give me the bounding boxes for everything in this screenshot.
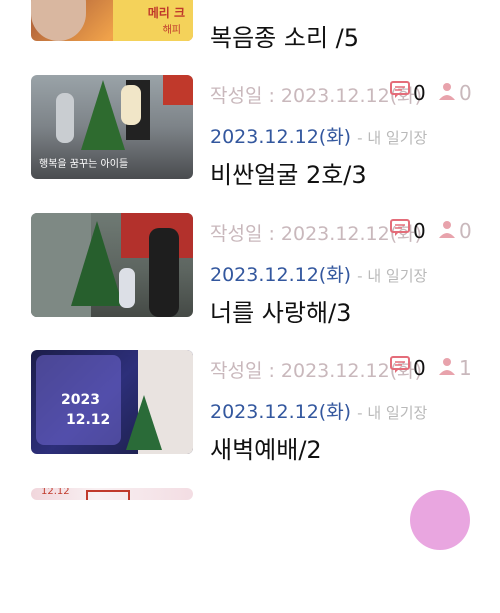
post-date: 2023.12.12(화) - 내 일기장 bbox=[210, 122, 427, 149]
post-title[interactable]: 새벽예배/2 bbox=[210, 430, 322, 465]
person-icon bbox=[439, 358, 455, 375]
comment-count: 0 bbox=[413, 219, 426, 243]
diary-source: - 내 일기장 bbox=[357, 129, 428, 147]
list-item[interactable]: 행복을 꿈꾸는 아이들 작성일 : 2023.12.12(화) 0 0 2023… bbox=[0, 75, 500, 200]
floating-action-button[interactable] bbox=[410, 490, 470, 550]
thumb-caption: 12.12 bbox=[41, 488, 70, 497]
post-date-value: 2023.12.12(화) bbox=[210, 401, 352, 423]
comment-icon bbox=[390, 81, 410, 98]
view-count: 0 bbox=[459, 81, 472, 105]
post-date-value: 2023.12.12(화) bbox=[210, 264, 352, 286]
post-thumbnail[interactable]: 메리 크 해피 bbox=[31, 0, 193, 41]
post-date-value: 2023.12.12(화) bbox=[210, 126, 352, 148]
post-date: 2023.12.12(화) - 내 일기장 bbox=[210, 260, 427, 287]
view-count: 0 bbox=[459, 219, 472, 243]
person-icon bbox=[439, 83, 455, 100]
view-count: 1 bbox=[459, 356, 472, 380]
list-item[interactable]: 12.12 bbox=[0, 488, 500, 613]
post-thumbnail[interactable] bbox=[31, 213, 193, 317]
post-thumbnail[interactable]: 12.12 bbox=[31, 488, 193, 500]
list-item[interactable]: 메리 크 해피 복음종 소리 /5 bbox=[0, 0, 500, 52]
thumb-caption: 12.12 bbox=[66, 412, 111, 428]
thumb-caption: 2023 bbox=[61, 392, 100, 408]
thumb-caption: 메리 크 bbox=[147, 6, 185, 20]
person-icon bbox=[439, 221, 455, 238]
post-title[interactable]: 너를 사랑해/3 bbox=[210, 293, 351, 328]
comment-icon bbox=[390, 356, 410, 373]
diary-source: - 내 일기장 bbox=[357, 267, 428, 285]
post-title[interactable]: 복음종 소리 /5 bbox=[210, 18, 359, 53]
thumb-caption: 행복을 꿈꾸는 아이들 bbox=[39, 159, 129, 170]
diary-source: - 내 일기장 bbox=[357, 404, 428, 422]
thumb-caption: 해피 bbox=[162, 25, 181, 36]
list-item[interactable]: 작성일 : 2023.12.12(화) 0 0 2023.12.12(화) - … bbox=[0, 213, 500, 338]
post-thumbnail[interactable]: 2023 12.12 bbox=[31, 350, 193, 454]
post-thumbnail[interactable]: 행복을 꿈꾸는 아이들 bbox=[31, 75, 193, 179]
post-title[interactable]: 비싼얼굴 2호/3 bbox=[210, 155, 367, 190]
comment-count: 0 bbox=[413, 356, 426, 380]
post-date: 2023.12.12(화) - 내 일기장 bbox=[210, 397, 427, 424]
comment-count: 0 bbox=[413, 81, 426, 105]
comment-icon bbox=[390, 219, 410, 236]
list-item[interactable]: 2023 12.12 작성일 : 2023.12.12(화) 0 1 2023.… bbox=[0, 350, 500, 475]
